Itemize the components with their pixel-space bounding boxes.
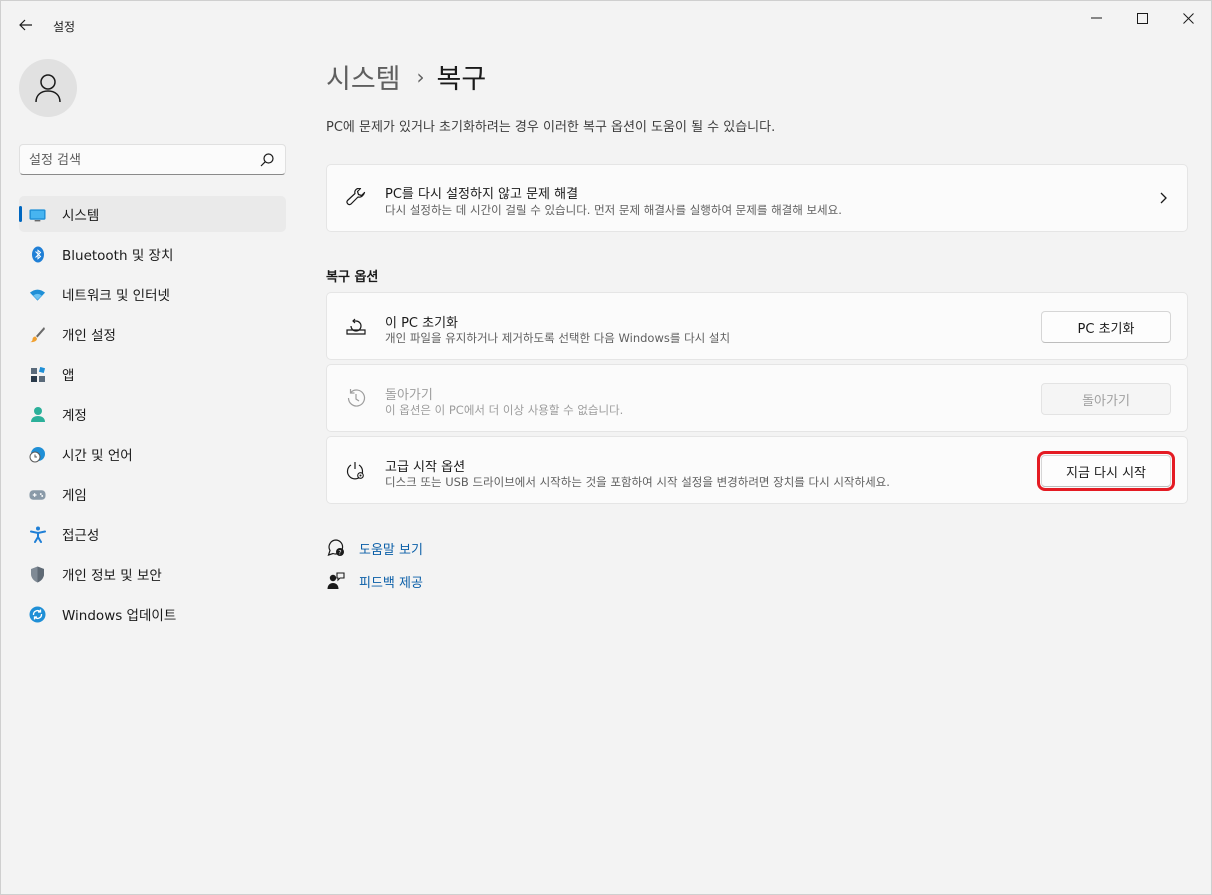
sidebar-item-network[interactable]: 네트워크 및 인터넷 [19,276,286,312]
brush-icon [29,326,46,343]
card-subtitle: 다시 설정하는 데 시간이 걸릴 수 있습니다. 먼저 문제 해결사를 실행하여… [385,203,842,217]
option-card-reset: 이 PC 초기화 개인 파일을 유지하거나 제거하도록 선택한 다음 Windo… [326,292,1188,360]
reset-pc-button[interactable]: PC 초기화 [1041,311,1171,343]
gamepad-icon [29,486,46,503]
breadcrumb: 시스템 › 복구 [326,57,486,96]
back-button[interactable] [11,11,41,39]
troubleshoot-card[interactable]: PC를 다시 설정하지 않고 문제 해결 다시 설정하는 데 시간이 걸릴 수 … [326,164,1188,232]
sidebar-item-label: 네트워크 및 인터넷 [62,288,170,304]
card-title: PC를 다시 설정하지 않고 문제 해결 [385,187,579,202]
sidebar-item-privacy[interactable]: 개인 정보 및 보안 [19,556,286,592]
sidebar-item-gaming[interactable]: 게임 [19,476,286,512]
close-button[interactable] [1165,1,1211,35]
card-title: 고급 시작 옵션 [385,460,466,475]
app-title: 설정 [53,20,76,34]
apps-icon [29,366,46,383]
search-input[interactable] [29,151,249,169]
breadcrumb-separator: › [416,64,425,89]
settings-search[interactable] [19,144,286,175]
account-icon [29,406,46,423]
sidebar-item-label: 계정 [62,408,87,424]
help-link[interactable]: 도움말 보기 [359,539,423,558]
svg-text:?: ? [338,549,341,556]
clock-globe-icon [29,446,46,463]
help-icon: ? [326,538,346,558]
maximize-icon [1136,12,1148,24]
history-icon [345,387,367,409]
card-title: 이 PC 초기화 [385,316,459,331]
sidebar-item-label: Bluetooth 및 장치 [62,248,174,264]
restart-now-button[interactable]: 지금 다시 시작 [1037,451,1175,491]
sidebar-item-label: Windows 업데이트 [62,608,177,624]
sidebar-item-accounts[interactable]: 계정 [19,396,286,432]
reset-pc-icon [345,315,367,337]
feedback-link[interactable]: 피드백 제공 [359,572,423,591]
card-subtitle: 이 옵션은 이 PC에서 더 이상 사용할 수 없습니다. [385,403,624,417]
settings-window: 설정 시스템 Bluetooth 및 장치 [0,0,1212,895]
sidebar-item-label: 시스템 [62,208,100,224]
sidebar-item-label: 시간 및 언어 [62,448,133,464]
sidebar-nav: 시스템 Bluetooth 및 장치 네트워크 및 인터넷 개인 설정 앱 계정… [19,196,286,636]
page-description: PC에 문제가 있거나 초기화하려는 경우 이러한 복구 옵션이 도움이 될 수… [326,120,776,135]
sidebar-item-label: 접근성 [62,528,100,544]
sidebar-item-label: 개인 정보 및 보안 [62,568,162,584]
system-icon [29,206,46,223]
option-card-advanced-startup: 고급 시작 옵션 디스크 또는 USB 드라이브에서 시작하는 것을 포함하여 … [326,436,1188,504]
sidebar-item-label: 개인 설정 [62,328,116,344]
sidebar-item-personalization[interactable]: 개인 설정 [19,316,286,352]
section-title: 복구 옵션 [326,270,379,285]
shield-icon [29,566,46,583]
feedback-link-row[interactable]: 피드백 제공 [326,571,423,591]
sidebar-item-system[interactable]: 시스템 [19,196,286,232]
card-subtitle: 개인 파일을 유지하거나 제거하도록 선택한 다음 Windows를 다시 설치 [385,331,731,345]
breadcrumb-parent[interactable]: 시스템 [326,57,401,96]
back-arrow-icon [19,19,32,31]
advanced-startup-icon [345,460,367,482]
wifi-icon [29,286,46,303]
minimize-icon [1090,17,1102,19]
title-bar: 설정 [1,1,1211,49]
sidebar-item-windows-update[interactable]: Windows 업데이트 [19,596,286,632]
minimize-button[interactable] [1073,1,1119,35]
update-icon [29,606,46,623]
sidebar-item-label: 게임 [62,488,87,504]
card-subtitle: 디스크 또는 USB 드라이브에서 시작하는 것을 포함하여 시작 설정을 변경… [385,475,890,489]
sidebar-item-label: 앱 [62,368,75,384]
bluetooth-icon [29,246,46,263]
search-icon[interactable] [259,152,275,168]
chevron-right-icon [1160,192,1167,204]
feedback-icon [326,571,346,591]
help-link-row[interactable]: ? 도움말 보기 [326,538,423,558]
accessibility-icon [29,526,46,543]
sidebar-item-time-language[interactable]: 시간 및 언어 [19,436,286,472]
user-avatar[interactable] [19,59,77,117]
go-back-button[interactable]: 돌아가기 [1041,383,1171,415]
page-title: 복구 [436,64,487,95]
sidebar-item-apps[interactable]: 앱 [19,356,286,392]
sidebar-item-bluetooth[interactable]: Bluetooth 및 장치 [19,236,286,272]
card-title: 돌아가기 [385,388,433,403]
wrench-icon [345,187,367,209]
user-icon [35,74,61,103]
option-card-go-back: 돌아가기 이 옵션은 이 PC에서 더 이상 사용할 수 없습니다. 돌아가기 [326,364,1188,432]
close-icon [1182,12,1194,24]
maximize-button[interactable] [1119,1,1165,35]
sidebar-item-accessibility[interactable]: 접근성 [19,516,286,552]
